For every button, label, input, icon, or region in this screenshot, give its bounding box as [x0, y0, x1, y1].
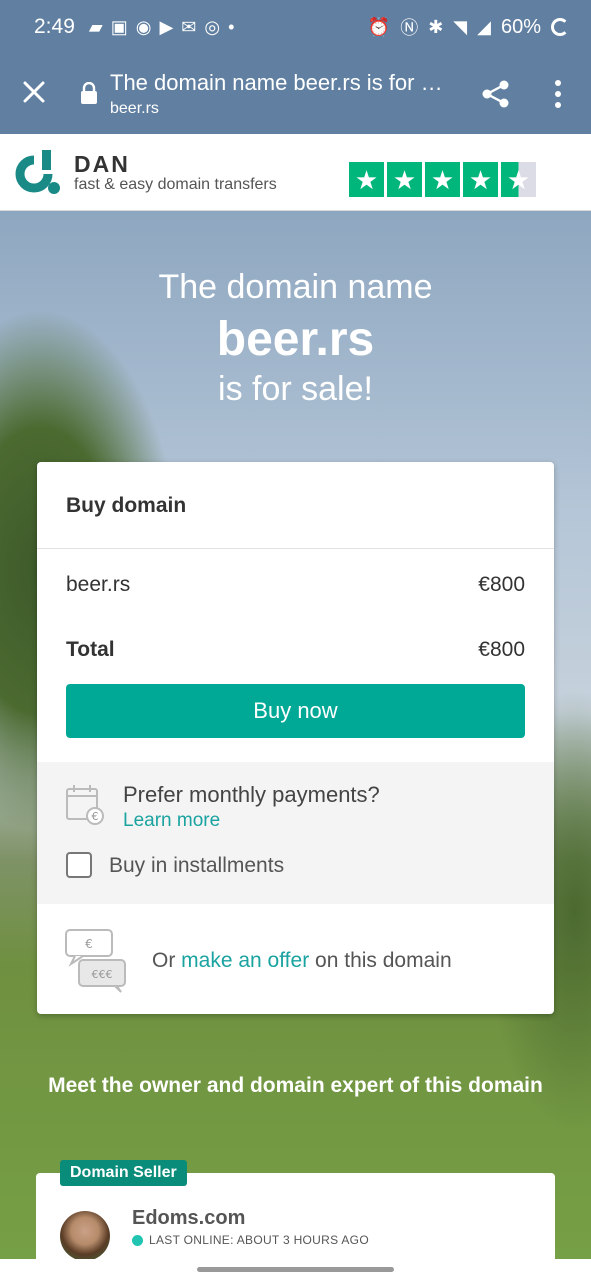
online-status-icon — [132, 1235, 143, 1246]
total-price: €800 — [478, 638, 525, 661]
chat-offer-icon: € €€€ — [65, 929, 126, 993]
calendar-euro-icon: € — [66, 785, 104, 825]
star-icon: ★ — [387, 162, 422, 197]
svg-text:€€€: €€€ — [92, 968, 113, 981]
bluetooth-icon: ✱ — [428, 16, 444, 37]
home-gesture-handle[interactable] — [197, 1267, 394, 1272]
svg-text:€: € — [92, 810, 99, 823]
lock-icon — [81, 82, 97, 104]
card-header: Buy domain — [37, 462, 554, 549]
gesture-nav-bar — [0, 1259, 591, 1280]
monthly-payments-section: € Prefer monthly payments? Learn more Bu… — [37, 762, 554, 904]
status-time: 2:49 — [34, 15, 75, 38]
more-options-icon[interactable] — [548, 78, 568, 110]
url-text[interactable]: beer.rs — [110, 100, 159, 118]
card-heading: Buy domain — [66, 494, 187, 517]
page-title[interactable]: The domain name beer.rs is for … — [110, 70, 443, 96]
status-bar: 2:49 ▰ ▣ ◉ ▶ ✉ ◎ • ⏰ Ⓝ ✱ ◥ ◢ 60% — [0, 0, 591, 54]
notification-icon: ◉ — [135, 16, 152, 37]
gamepad-icon: ▰ — [88, 16, 103, 37]
learn-more-link[interactable]: Learn more — [123, 810, 220, 832]
total-row: Total €800 — [66, 638, 525, 662]
last-online-text: LAST ONLINE: ABOUT 3 HOURS AGO — [149, 1233, 369, 1247]
item-price: €800 — [478, 573, 525, 596]
half-star-icon: ★ — [501, 162, 536, 197]
hero-line-1: The domain name — [158, 268, 433, 306]
buy-domain-card: Buy domain beer.rs €800 Total €800 Buy n… — [37, 462, 554, 1014]
youtube-icon: ▶ — [159, 16, 174, 37]
nfc-icon: Ⓝ — [400, 18, 419, 38]
chrome-icon: ◎ — [204, 16, 221, 37]
make-offer-section: € €€€ Or make an offer on this domain — [37, 904, 554, 1014]
avatar — [60, 1211, 110, 1261]
trustpilot-rating[interactable]: ★ ★ ★ ★ ★ — [349, 162, 536, 197]
signal-icon: ◢ — [477, 16, 491, 37]
installments-label[interactable]: Buy in installments — [109, 854, 284, 878]
star-icon: ★ — [463, 162, 498, 197]
monthly-prompt: Prefer monthly payments? — [123, 782, 380, 807]
meet-owner-heading: Meet the owner and domain expert of this… — [48, 1074, 543, 1097]
seller-name[interactable]: Edoms.com — [132, 1207, 245, 1230]
line-item: beer.rs €800 — [66, 573, 525, 597]
offer-text: Or make an offer on this domain — [152, 949, 452, 972]
seller-card[interactable]: Domain Seller Edoms.com LAST ONLINE: ABO… — [36, 1160, 555, 1263]
browser-toolbar: The domain name beer.rs is for … beer.rs — [0, 54, 591, 134]
star-icon: ★ — [349, 162, 384, 197]
item-name: beer.rs — [66, 573, 131, 596]
battery-percent: 60% — [500, 15, 541, 38]
seller-badge: Domain Seller — [60, 1160, 187, 1186]
alarm-icon: ⏰ — [367, 16, 391, 37]
hero-line-3: is for sale! — [218, 370, 373, 408]
linkedin-icon: ▣ — [110, 16, 128, 37]
brand-name: DAN — [74, 151, 130, 177]
mail-icon: ✉ — [181, 16, 197, 37]
share-icon[interactable] — [480, 78, 512, 110]
make-offer-link[interactable]: make an offer — [181, 949, 309, 972]
total-label: Total — [66, 638, 115, 661]
dan-logo-icon[interactable] — [14, 148, 62, 196]
more-notifications-icon: • — [228, 16, 235, 37]
brand-tagline: fast & easy domain transfers — [74, 176, 277, 193]
svg-text:€: € — [85, 937, 93, 951]
installments-checkbox[interactable] — [66, 852, 92, 878]
wifi-icon: ◥ — [453, 16, 468, 37]
buy-now-button[interactable]: Buy now — [66, 684, 525, 738]
battery-icon — [551, 18, 569, 36]
close-icon[interactable] — [20, 78, 48, 106]
star-icon: ★ — [425, 162, 460, 197]
hero-domain: beer.rs — [216, 313, 375, 366]
